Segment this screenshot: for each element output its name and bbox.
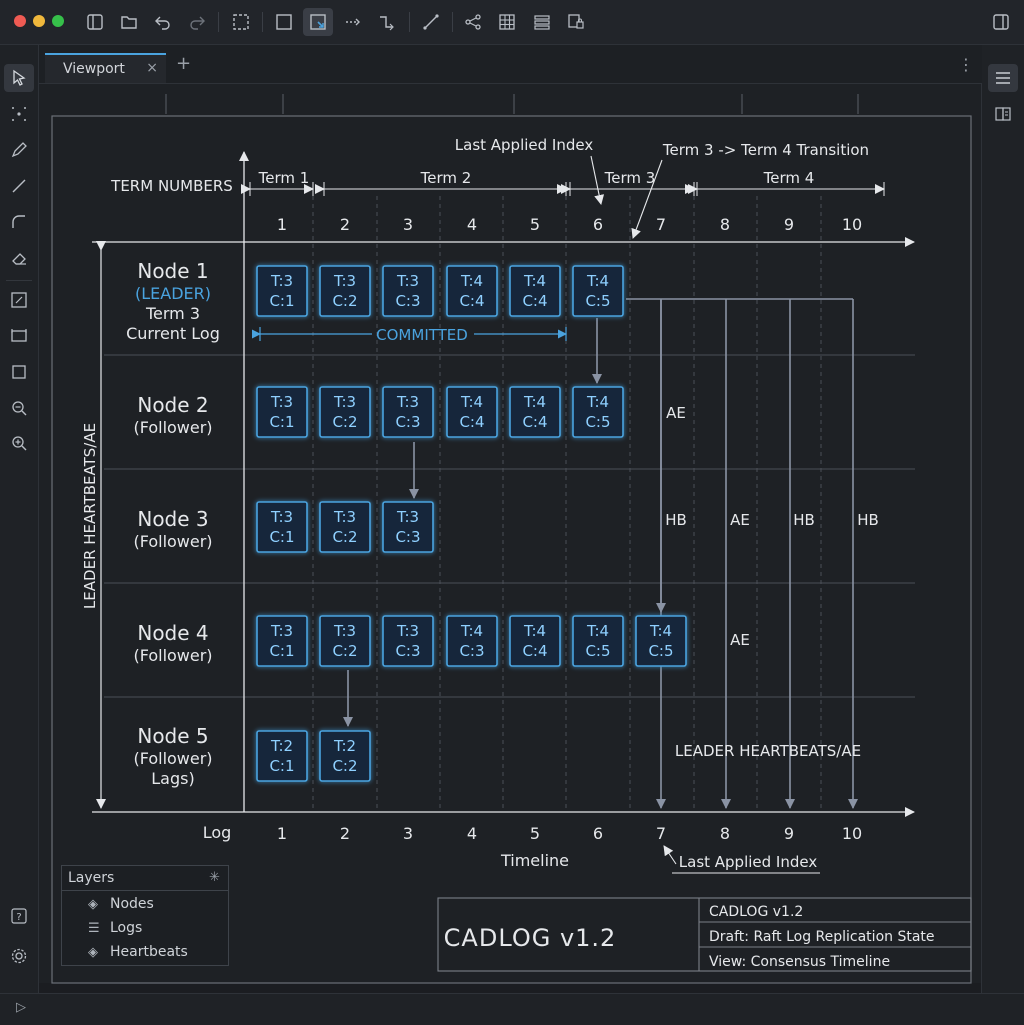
left-toolbar: ? (0, 45, 39, 993)
table-rows-icon[interactable] (527, 8, 557, 36)
component-lock-icon[interactable] (561, 8, 591, 36)
layers-stack-icon: ◈ (88, 896, 98, 912)
tab-strip: Viewport × + ⋮ (39, 45, 982, 84)
minimize-window-button[interactable] (33, 15, 45, 27)
eraser-icon[interactable] (4, 244, 34, 272)
sidebar-toggle-icon[interactable] (80, 8, 110, 36)
layer-label: Nodes (110, 896, 154, 912)
settings-gear-icon[interactable] (4, 942, 34, 970)
curve-tool-icon[interactable] (4, 208, 34, 236)
layer-label: Heartbeats (110, 944, 188, 960)
layer-item-logs[interactable]: ☰ Logs (88, 918, 224, 938)
zoom-out-icon[interactable] (4, 394, 34, 422)
more-options-icon[interactable]: ⋮ (958, 55, 974, 74)
tab-label: Viewport (63, 61, 125, 77)
layer-label: Logs (110, 920, 143, 936)
new-tab-button[interactable]: + (176, 55, 191, 73)
panel-toggle-icon[interactable] (986, 8, 1016, 36)
layer-item-heartbeats[interactable]: ◈ Heartbeats (88, 942, 224, 962)
share-icon[interactable] (458, 8, 488, 36)
status-bar: ▷ (0, 993, 1024, 1025)
canvas-viewport[interactable] (39, 84, 981, 983)
layers-title: Layers (68, 870, 115, 886)
grid-icon[interactable] (492, 8, 522, 36)
list-lines-icon: ☰ (88, 920, 100, 936)
dimension-tool-icon[interactable] (4, 322, 34, 350)
folder-icon[interactable] (114, 8, 144, 36)
rectangle-icon[interactable] (269, 8, 299, 36)
play-icon[interactable]: ▷ (16, 1000, 26, 1015)
pen-tool-icon[interactable] (4, 136, 34, 164)
connector-icon[interactable] (338, 8, 368, 36)
elbow-connector-icon[interactable] (372, 8, 402, 36)
redo-icon[interactable] (182, 8, 212, 36)
line-tool-icon[interactable] (416, 8, 446, 36)
svg-text:?: ? (16, 912, 21, 923)
loading-spinner-icon: ✳ (209, 870, 220, 885)
tab-viewport[interactable]: Viewport × (45, 53, 166, 83)
line-draw-icon[interactable] (4, 172, 34, 200)
close-window-button[interactable] (14, 15, 26, 27)
title-bar (0, 0, 1024, 45)
maximize-window-button[interactable] (52, 15, 64, 27)
layers-stack-icon: ◈ (88, 944, 98, 960)
square-tool-icon[interactable] (4, 358, 34, 386)
compare-icon[interactable] (988, 100, 1018, 128)
marquee-select-icon[interactable] (226, 8, 256, 36)
right-panel-bar (981, 45, 1024, 993)
layers-panel: Layers ✳ ◈ Nodes ☰ Logs ◈ Heartbeats (61, 865, 229, 966)
layer-item-nodes[interactable]: ◈ Nodes (88, 894, 224, 914)
crop-frame-icon[interactable] (4, 286, 34, 314)
close-tab-icon[interactable]: × (146, 60, 158, 76)
point-tool-icon[interactable] (4, 100, 34, 128)
help-icon[interactable]: ? (4, 902, 34, 930)
zoom-in-icon[interactable] (4, 429, 34, 457)
frame-select-icon[interactable] (303, 8, 333, 36)
menu-icon[interactable] (988, 64, 1018, 92)
layers-header: Layers ✳ (62, 866, 228, 891)
select-tool-icon[interactable] (4, 64, 34, 92)
undo-icon[interactable] (148, 8, 178, 36)
